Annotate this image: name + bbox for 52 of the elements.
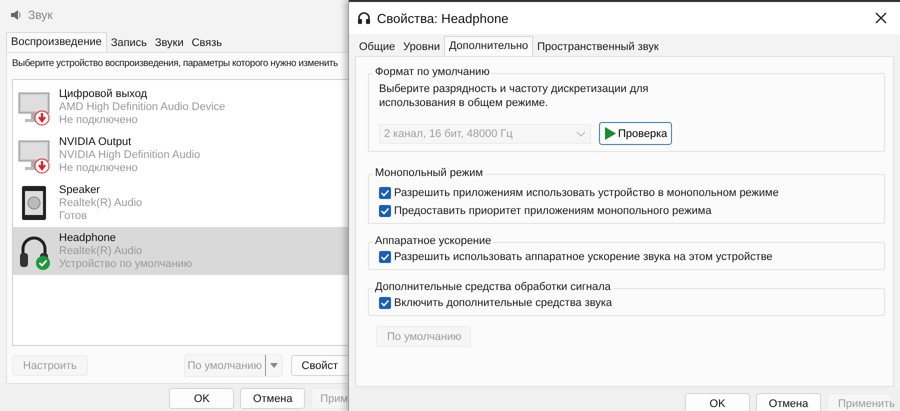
tab[interactable]: Запись — [106, 35, 151, 52]
description-text: Выберите разрядность и частоту дискретизации для использования в общем режиме. — [379, 82, 650, 110]
device-name: Headphone — [59, 232, 117, 244]
close-icon[interactable] — [874, 11, 888, 25]
device-row[interactable]: Speaker Realtek(R) Audio Готов — [13, 179, 348, 227]
test-button[interactable]: Проверка — [599, 122, 672, 145]
caret-icon — [270, 363, 278, 368]
checkbox-label: Включить дополнительные средства звука — [394, 297, 612, 309]
device-driver: Realtek(R) Audio — [59, 197, 142, 209]
device-name: Speaker — [59, 184, 101, 196]
tab[interactable]: Связь — [188, 35, 226, 52]
headphones-icon — [357, 11, 371, 25]
device-name: Цифровой выход — [59, 88, 148, 100]
checkbox-label: Разрешить использовать аппаратное ускорение звука на этом устройстве — [394, 251, 773, 263]
checkbox[interactable] — [379, 251, 391, 263]
device-status: Готов — [59, 210, 88, 222]
device-row[interactable]: Цифровой выход AMD High Definition Audio Device Не подключено — [13, 83, 348, 131]
tab[interactable]: Дополнительно — [444, 36, 534, 56]
device-status: Не подключено — [59, 162, 139, 174]
dialog-button[interactable]: Отмена — [240, 388, 306, 409]
group-title: Аппаратное ускорение — [373, 235, 494, 247]
speaker-icon — [8, 8, 22, 22]
device-status: Не подключено — [59, 114, 139, 126]
tab[interactable]: Общие — [355, 39, 400, 56]
chevron-icon — [576, 130, 586, 136]
device-driver: NVIDIA High Definition Audio — [59, 149, 200, 161]
checkbox-label: Предоставить приоритет приложениям монопольного режима — [394, 205, 712, 217]
checkbox[interactable] — [379, 187, 391, 199]
checkbox[interactable] — [379, 297, 391, 309]
tab[interactable]: Звуки — [150, 35, 188, 52]
device-row[interactable]: Headphone Realtek(R) Audio Устройство по умолчанию — [13, 227, 348, 275]
tab[interactable]: Уровни — [399, 39, 444, 56]
dialog-button[interactable]: OK — [169, 388, 234, 409]
device-name: NVIDIA Output — [59, 136, 132, 148]
play-icon — [604, 127, 616, 140]
window-title: Свойства: Headphone — [377, 10, 509, 26]
instruction-text: Выберите устройство воспроизведения, параметры которого нужно изменить — [12, 58, 338, 69]
tab[interactable]: Пространственный звук — [533, 39, 663, 56]
group-title: Монопольный режим — [373, 167, 485, 179]
dialog-button[interactable]: OK — [685, 393, 750, 411]
group-title: Дополнительные средства обработки сигнала — [373, 281, 613, 293]
window-title: Звук — [28, 8, 53, 22]
device-status: Устройство по умолчанию — [59, 258, 192, 270]
dialog-button[interactable]: Отмена — [756, 393, 821, 411]
tab[interactable]: Воспроизведение — [6, 32, 107, 52]
properties-button[interactable]: Свойст — [290, 355, 348, 376]
device-driver: AMD High Definition Audio Device — [59, 101, 226, 113]
device-row[interactable]: NVIDIA Output NVIDIA High Definition Audio Не подключено — [13, 131, 348, 179]
device-driver: Realtek(R) Audio — [59, 245, 144, 257]
group-title: Формат по умолчанию — [373, 66, 492, 78]
checkbox-label: Разрешить приложениям использовать устройство в монопольном режиме — [394, 187, 779, 199]
checkbox[interactable] — [379, 205, 391, 217]
